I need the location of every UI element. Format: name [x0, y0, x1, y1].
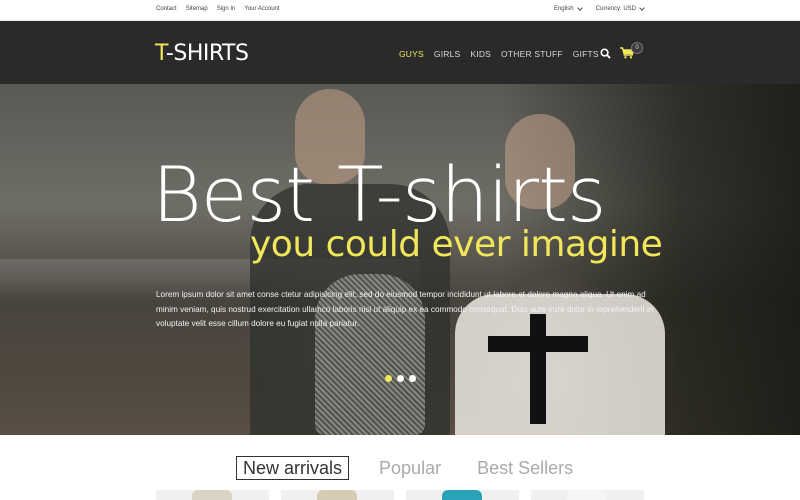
logo-text: -SHIRTS	[165, 41, 249, 66]
product-grid	[156, 490, 644, 500]
your-account-link[interactable]: Your Account	[244, 6, 279, 12]
site-logo[interactable]: T-SHIRTS	[155, 41, 249, 66]
tab-best-sellers[interactable]: Best Sellers	[471, 457, 579, 479]
slider-dot-2[interactable]	[397, 375, 404, 382]
top-utility-bar: Contact Sitemap Sign In Your Account Eng…	[0, 0, 800, 21]
cart-count-badge: 0	[631, 42, 643, 54]
nav-other-stuff[interactable]: OTHER STUFF	[501, 49, 563, 59]
tab-new-arrivals[interactable]: New arrivals	[236, 456, 350, 480]
product-image	[192, 490, 232, 500]
slider-dots	[385, 375, 416, 382]
top-links: Contact Sitemap Sign In Your Account	[156, 6, 280, 12]
hero-photo-cross-print	[488, 336, 588, 352]
search-icon[interactable]	[600, 48, 611, 59]
hero-subtitle: you could ever imagine	[250, 224, 663, 265]
locale-selectors: English Currency: USD	[553, 5, 645, 12]
product-image	[567, 490, 607, 500]
logo-accent: T	[155, 41, 166, 66]
language-label: English	[553, 6, 574, 12]
product-image	[442, 490, 482, 500]
product-card[interactable]	[156, 490, 269, 500]
product-card[interactable]	[531, 490, 644, 500]
product-tabs: New arrivals Popular Best Sellers	[236, 456, 579, 480]
sitemap-link[interactable]: Sitemap	[186, 6, 208, 12]
nav-gifts[interactable]: GIFTS	[573, 49, 599, 59]
nav-girls[interactable]: GIRLS	[434, 49, 461, 59]
site-header: T-SHIRTS GUYS GIRLS KIDS OTHER STUFF GIF…	[0, 21, 800, 84]
nav-guys[interactable]: GUYS	[399, 49, 424, 59]
product-image	[317, 490, 357, 500]
currency-label: Currency: USD	[595, 6, 636, 12]
hero-title: Best T-shirts	[152, 150, 606, 239]
sign-in-link[interactable]: Sign In	[217, 6, 236, 12]
chevron-down-icon	[639, 5, 645, 11]
tab-popular[interactable]: Popular	[373, 457, 447, 479]
currency-select[interactable]: Currency: USD	[595, 5, 645, 12]
product-card[interactable]	[281, 490, 394, 500]
slider-dot-1[interactable]	[385, 375, 392, 382]
nav-kids[interactable]: KIDS	[470, 49, 491, 59]
main-nav: GUYS GIRLS KIDS OTHER STUFF GIFTS	[399, 49, 599, 59]
hero-slider: Best T-shirts you could ever imagine Lor…	[0, 84, 800, 435]
slider-dot-3[interactable]	[409, 375, 416, 382]
language-select[interactable]: English	[553, 5, 583, 12]
product-card[interactable]	[406, 490, 519, 500]
chevron-down-icon	[576, 5, 583, 11]
contact-link[interactable]: Contact	[156, 6, 177, 12]
hero-description: Lorem ipsum dolor sit amet conse ctetur …	[156, 290, 654, 328]
